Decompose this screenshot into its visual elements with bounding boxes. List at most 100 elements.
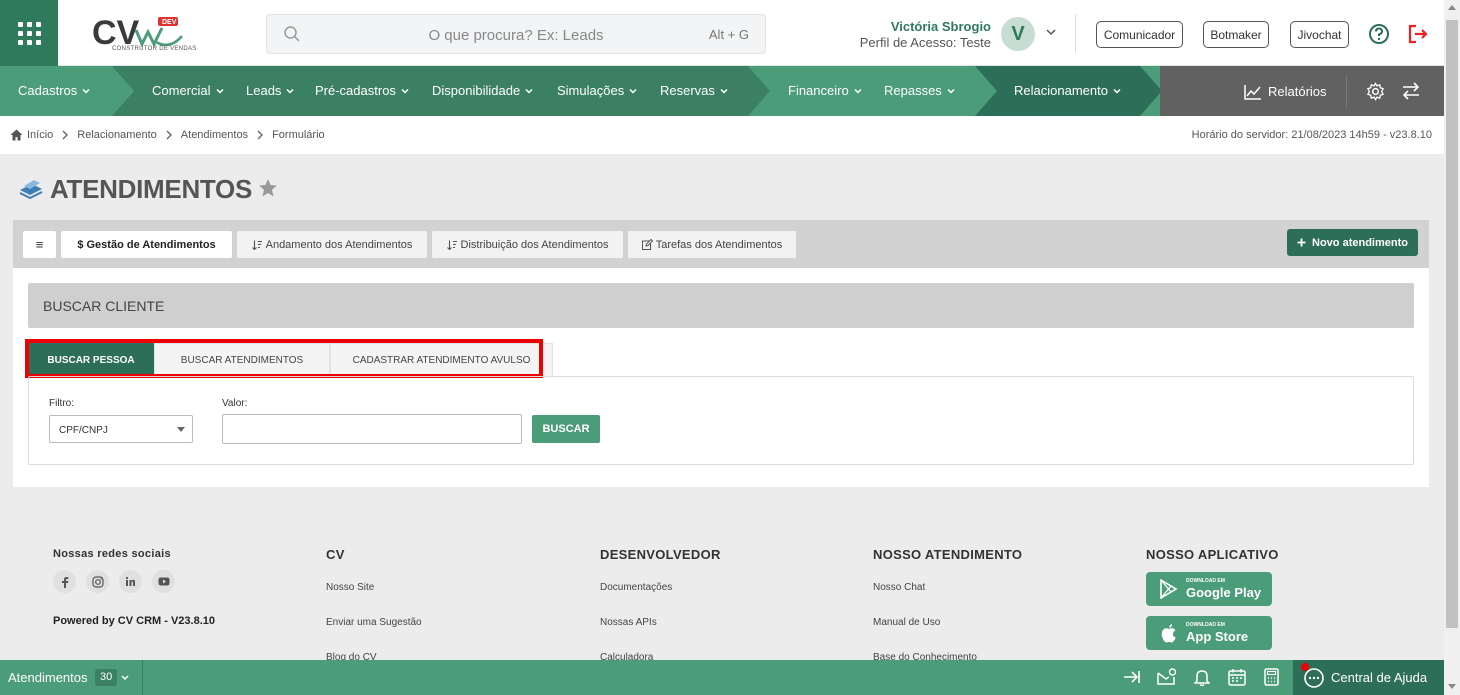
chevron-down-icon xyxy=(525,88,533,94)
chat-bubble-icon xyxy=(1304,668,1324,688)
linkedin-icon[interactable] xyxy=(119,570,142,593)
page-title: ATENDIMENTOS xyxy=(50,174,253,204)
scroll-up-arrow-icon[interactable] xyxy=(1448,5,1456,10)
filter-select[interactable]: CPF/CNPJ xyxy=(49,415,193,443)
social-title: Nossas redes sociais xyxy=(53,548,171,560)
jivochat-button[interactable]: Jivochat xyxy=(1290,21,1349,48)
instagram-icon[interactable] xyxy=(86,570,109,593)
logout-icon[interactable] xyxy=(1407,23,1429,45)
nav-pre-cadastros[interactable]: Pré-cadastros xyxy=(315,83,410,98)
user-name[interactable]: Victória Sbrogio xyxy=(891,19,991,34)
help-icon[interactable] xyxy=(1368,23,1390,45)
calculator-icon[interactable] xyxy=(1264,668,1279,686)
footer-link[interactable]: Documentações xyxy=(600,582,672,593)
footer-link[interactable]: Nossas APIs xyxy=(600,617,657,628)
server-time: Horário do servidor: 21/08/2023 14h59 - … xyxy=(1191,129,1432,141)
novo-atendimento-button[interactable]: Novo atendimento xyxy=(1287,229,1418,256)
search-placeholder: O que procura? Ex: Leads xyxy=(428,27,604,44)
footer: Nossas redes sociais Powered by CV CRM -… xyxy=(0,520,1444,663)
arrow-to-right-icon[interactable] xyxy=(1123,668,1141,686)
subtab-buscar-pessoa[interactable]: BUSCAR PESSOA xyxy=(28,343,154,377)
footer-link[interactable]: Nosso Chat xyxy=(873,582,925,593)
svg-text:DEV: DEV xyxy=(162,19,177,26)
mail-notification-icon[interactable] xyxy=(1157,668,1177,686)
footer-col-atendimento-title: NOSSO ATENDIMENTO xyxy=(873,547,1023,562)
botmaker-button[interactable]: Botmaker xyxy=(1203,21,1269,48)
breadcrumb: Início Relacionamento Atendimentos Formu… xyxy=(10,129,325,141)
tabs-bar: ≡ $ Gestão de Atendimentos Andamento dos… xyxy=(13,220,1429,268)
star-icon[interactable] xyxy=(258,178,278,198)
chevron-down-icon xyxy=(1113,88,1121,94)
chevron-right-icon xyxy=(62,130,69,140)
chevron-down-icon xyxy=(286,88,294,94)
scrollbar-thumb[interactable] xyxy=(1446,20,1458,628)
value-input[interactable] xyxy=(222,414,522,444)
footer-link[interactable]: Manual de Uso xyxy=(873,617,940,628)
nav-cadastros[interactable]: Cadastros xyxy=(18,83,91,98)
global-search[interactable]: O que procura? Ex: Leads Alt + G xyxy=(266,14,766,54)
facebook-icon[interactable] xyxy=(53,570,76,593)
search-shortcut: Alt + G xyxy=(708,27,749,42)
main-card: BUSCAR CLIENTE BUSCAR PESSOA BUSCAR ATEN… xyxy=(13,268,1429,487)
atendimentos-count-badge: 30 xyxy=(95,669,118,686)
chevron-down-icon xyxy=(947,88,955,94)
chevron-down-icon xyxy=(82,88,90,94)
logo-subtitle: CONSTRUTOR DE VENDAS xyxy=(112,46,197,52)
breadcrumb-inicio[interactable]: Início xyxy=(27,129,53,141)
footer-app-title: NOSSO APLICATIVO xyxy=(1146,547,1279,562)
gear-icon[interactable] xyxy=(1366,82,1385,101)
google-play-button[interactable]: DOWNLOAD EM Google Play xyxy=(1146,572,1272,606)
nav-financeiro[interactable]: Financeiro xyxy=(788,83,863,98)
breadcrumb-relacionamento[interactable]: Relacionamento xyxy=(77,129,157,141)
buscar-cliente-header[interactable]: BUSCAR CLIENTE xyxy=(28,283,1414,328)
scroll-down-arrow-icon[interactable] xyxy=(1448,684,1456,689)
nav-relacionamento[interactable]: Relacionamento xyxy=(1014,83,1122,98)
breadcrumb-atendimentos[interactable]: Atendimentos xyxy=(181,129,248,141)
nav-comercial[interactable]: Comercial xyxy=(152,83,225,98)
nav-disponibilidade[interactable]: Disponibilidade xyxy=(432,83,534,98)
sort-icon xyxy=(446,240,457,250)
powered-by: Powered by CV CRM - V23.8.10 xyxy=(53,615,215,627)
subtab-buscar-atendimentos[interactable]: BUSCAR ATENDIMENTOS xyxy=(154,343,330,377)
bottom-divider xyxy=(142,660,143,695)
page-scrollbar[interactable] xyxy=(1444,0,1460,695)
app-store-button[interactable]: DOWNLOAD EM App Store xyxy=(1146,616,1272,650)
chart-line-icon xyxy=(1244,85,1261,100)
calendar-icon[interactable] xyxy=(1228,668,1246,686)
central-de-ajuda-button[interactable]: Central de Ajuda xyxy=(1293,660,1444,695)
bottom-bar: Atendimentos 30 Central de Ajuda xyxy=(0,660,1444,695)
header-divider xyxy=(1075,14,1076,52)
avatar[interactable]: V xyxy=(1001,17,1035,51)
footer-link[interactable]: Nosso Site xyxy=(326,582,374,593)
comunicador-button[interactable]: Comunicador xyxy=(1096,21,1183,48)
plus-icon xyxy=(1297,238,1306,247)
menu-toggle-button[interactable]: ≡ xyxy=(23,231,56,258)
chevron-down-icon[interactable] xyxy=(120,673,130,683)
youtube-icon[interactable] xyxy=(152,570,175,593)
filter-label: Filtro: xyxy=(49,398,74,409)
nav-reservas[interactable]: Reservas xyxy=(660,83,729,98)
tab-tarefas-atendimentos[interactable]: Tarefas dos Atendimentos xyxy=(628,231,796,258)
home-icon[interactable] xyxy=(10,129,23,141)
apple-icon xyxy=(1161,624,1176,643)
tab-andamento-atendimentos[interactable]: Andamento dos Atendimentos xyxy=(237,231,427,258)
tab-distribuicao-atendimentos[interactable]: Distribuição dos Atendimentos xyxy=(432,231,623,258)
footer-col-cv-title: CV xyxy=(326,547,345,562)
subtab-cadastrar-avulso[interactable]: CADASTRAR ATENDIMENTO AVULSO xyxy=(330,343,553,377)
chevron-down-icon xyxy=(401,88,409,94)
footer-link[interactable]: Enviar uma Sugestão xyxy=(326,617,422,628)
chevron-down-icon xyxy=(720,88,728,94)
swap-icon[interactable] xyxy=(1401,82,1421,100)
tab-gestao-atendimentos[interactable]: $ Gestão de Atendimentos xyxy=(61,231,232,258)
apps-menu-button[interactable] xyxy=(0,0,58,66)
chevron-down-icon[interactable] xyxy=(1045,26,1057,38)
value-label: Valor: xyxy=(222,398,248,409)
bell-icon[interactable] xyxy=(1194,668,1210,686)
stack-icon xyxy=(19,180,43,200)
bottom-atendimentos-label[interactable]: Atendimentos xyxy=(8,670,88,685)
nav-repasses[interactable]: Repasses xyxy=(884,83,956,98)
nav-simulacoes[interactable]: Simulações xyxy=(557,83,638,98)
nav-leads[interactable]: Leads xyxy=(246,83,295,98)
buscar-button[interactable]: BUSCAR xyxy=(532,415,600,443)
nav-relatorios[interactable]: Relatórios xyxy=(1244,83,1327,100)
